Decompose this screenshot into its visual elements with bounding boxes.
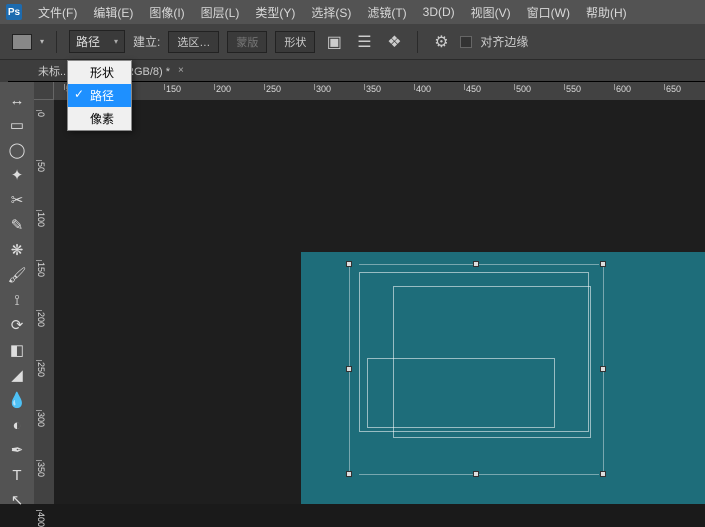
- ruler-tick-label: 200: [216, 84, 231, 94]
- marquee-tool[interactable]: ▭: [3, 113, 31, 137]
- make-selection-button[interactable]: 选区…: [168, 31, 219, 53]
- ruler-tick-label: 600: [616, 84, 631, 94]
- separator: [56, 31, 57, 53]
- menu-select[interactable]: 选择(S): [303, 4, 359, 21]
- path-align-icon[interactable]: ☰: [353, 32, 375, 52]
- horizontal-ruler[interactable]: 50100150200250300350400450500550600650: [54, 82, 705, 100]
- tool-preset-icon[interactable]: [12, 34, 32, 50]
- path-rect[interactable]: [367, 358, 555, 428]
- chevron-down-icon: ▾: [114, 37, 118, 46]
- build-label: 建立:: [133, 33, 160, 50]
- ruler-tick-label: 0: [36, 112, 46, 117]
- bounding-line: [359, 264, 599, 265]
- ruler-tick-label: 250: [36, 362, 46, 377]
- healing-tool[interactable]: ❋: [3, 238, 31, 262]
- close-icon[interactable]: ×: [178, 65, 184, 76]
- make-mask-button[interactable]: 蒙版: [227, 31, 267, 53]
- ruler-origin[interactable]: [34, 82, 54, 100]
- transform-handle[interactable]: [600, 261, 606, 267]
- path-arrangement-icon[interactable]: ❖: [383, 32, 405, 52]
- transform-handle[interactable]: [346, 261, 352, 267]
- make-shape-button[interactable]: 形状: [275, 31, 315, 53]
- dropdown-option-label: 路径: [90, 89, 114, 103]
- brush-tool[interactable]: 🖌: [3, 263, 31, 287]
- ruler-tick-label: 150: [166, 84, 181, 94]
- path-operations-icon[interactable]: ▣: [323, 32, 345, 52]
- menu-window[interactable]: 窗口(W): [519, 4, 578, 21]
- menu-3d[interactable]: 3D(D): [415, 5, 463, 19]
- dodge-tool[interactable]: ◐: [3, 413, 31, 437]
- app-logo-icon: Ps: [6, 4, 22, 20]
- transform-handle[interactable]: [600, 366, 606, 372]
- ruler-tick-label: 100: [36, 212, 46, 227]
- panel-handle[interactable]: [0, 60, 8, 82]
- menu-filter[interactable]: 滤镜(T): [359, 4, 414, 21]
- dropdown-option-pixels[interactable]: 像素: [68, 107, 131, 130]
- workspace: 50 100 150 200 250 300 350 400 450 500 550 600 650 0…: [34, 82, 705, 504]
- chevron-down-icon[interactable]: ▾: [40, 37, 44, 46]
- mode-combobox-value: 路径: [76, 33, 100, 50]
- transform-handle[interactable]: [473, 471, 479, 477]
- type-tool[interactable]: T: [3, 463, 31, 487]
- stamp-tool[interactable]: ⟟: [3, 288, 31, 312]
- dropdown-option-shape[interactable]: 形状: [68, 61, 131, 84]
- canvas-viewport[interactable]: [54, 100, 705, 504]
- dropdown-option-path[interactable]: ✓ 路径: [68, 84, 131, 107]
- menu-file[interactable]: 文件(F): [30, 4, 85, 21]
- history-brush-tool[interactable]: ⟳: [3, 313, 31, 337]
- lasso-tool[interactable]: ◯: [3, 138, 31, 162]
- ruler-tick-label: 400: [416, 84, 431, 94]
- move-tool[interactable]: ↔: [3, 88, 31, 112]
- transform-handle[interactable]: [600, 471, 606, 477]
- gear-icon[interactable]: ⚙: [430, 32, 452, 52]
- menu-view[interactable]: 视图(V): [463, 4, 519, 21]
- ruler-tick-label: 500: [516, 84, 531, 94]
- canvas[interactable]: [301, 252, 705, 504]
- crop-tool[interactable]: ✂: [3, 188, 31, 212]
- ruler-tick-label: 300: [316, 84, 331, 94]
- menu-layer[interactable]: 图层(L): [193, 4, 248, 21]
- menu-image[interactable]: 图像(I): [141, 4, 192, 21]
- align-edges-label: 对齐边缘: [480, 33, 528, 50]
- transform-handle[interactable]: [346, 471, 352, 477]
- blur-tool[interactable]: 💧: [3, 388, 31, 412]
- eraser-tool[interactable]: ◧: [3, 338, 31, 362]
- menubar: Ps 文件(F) 编辑(E) 图像(I) 图层(L) 类型(Y) 选择(S) 滤…: [0, 0, 705, 24]
- check-icon: ✓: [74, 87, 84, 101]
- align-edges-checkbox[interactable]: [460, 36, 472, 48]
- ruler-tick-label: 550: [566, 84, 581, 94]
- menu-type[interactable]: 类型(Y): [247, 4, 303, 21]
- magic-wand-tool[interactable]: ✦: [3, 163, 31, 187]
- separator: [417, 31, 418, 53]
- mode-combobox[interactable]: 路径 ▾: [69, 30, 125, 53]
- bounding-line: [359, 474, 599, 475]
- ruler-tick-label: 650: [666, 84, 681, 94]
- gradient-tool[interactable]: ◢: [3, 363, 31, 387]
- ruler-tick-label: 350: [36, 462, 46, 477]
- menu-help[interactable]: 帮助(H): [578, 4, 635, 21]
- ruler-tick-label: 300: [36, 412, 46, 427]
- ruler-tick-label: 400: [36, 512, 46, 527]
- pen-tool[interactable]: ✒: [3, 438, 31, 462]
- ruler-tick-label: 200: [36, 312, 46, 327]
- eyedropper-tool[interactable]: ✎: [3, 213, 31, 237]
- ruler-tick-label: 50: [36, 162, 46, 172]
- options-bar: ▾ 路径 ▾ 建立: 选区… 蒙版 形状 ▣ ☰ ❖ ⚙ 对齐边缘: [0, 24, 705, 60]
- menu-edit[interactable]: 编辑(E): [85, 4, 141, 21]
- ruler-tick-label: 150: [36, 262, 46, 277]
- ruler-tick-label: 250: [266, 84, 281, 94]
- ruler-tick-label: 450: [466, 84, 481, 94]
- toolbox: ↔ ▭ ◯ ✦ ✂ ✎ ❋ 🖌 ⟟ ⟳ ◧ ◢ 💧 ◐ ✒ T ↖: [0, 82, 34, 504]
- transform-handle[interactable]: [346, 366, 352, 372]
- mode-dropdown: 形状 ✓ 路径 像素: [67, 60, 132, 131]
- ruler-tick-label: 350: [366, 84, 381, 94]
- transform-handle[interactable]: [473, 261, 479, 267]
- path-selection-tool[interactable]: ↖: [3, 488, 31, 512]
- vertical-ruler[interactable]: 050100150200250300350400: [34, 100, 54, 504]
